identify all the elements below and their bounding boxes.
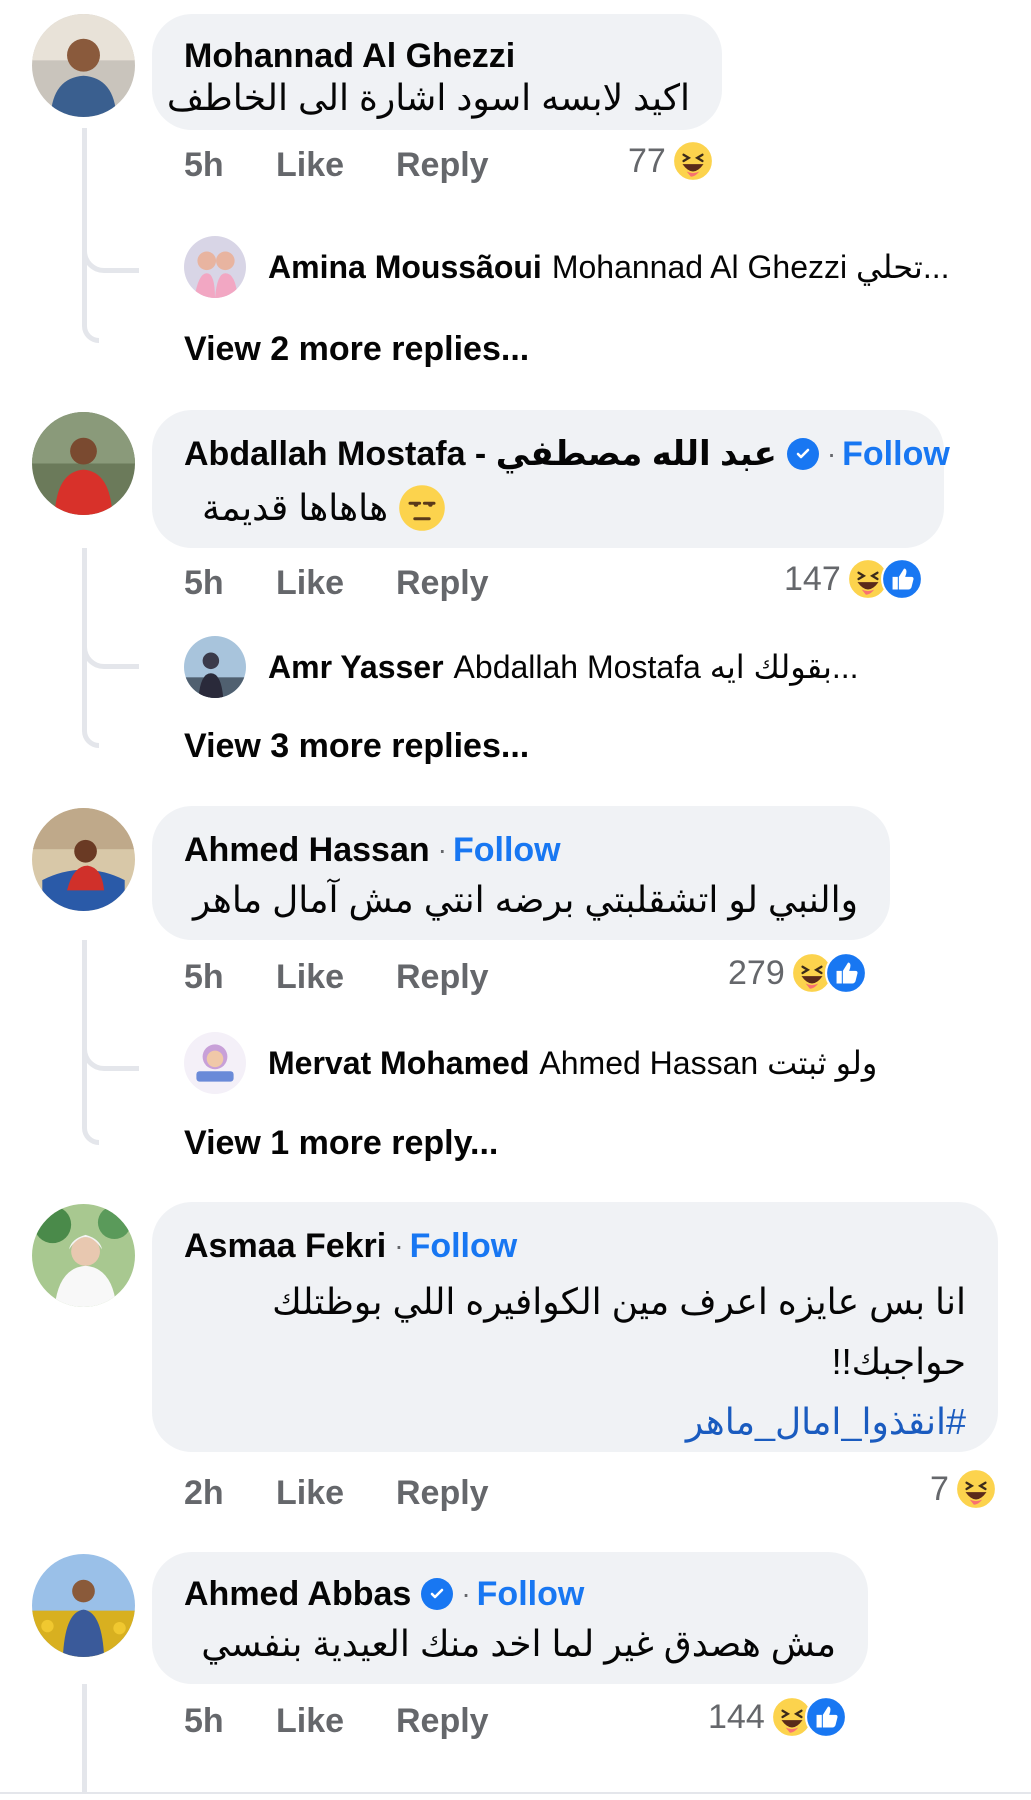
like-button[interactable]: Like [276, 564, 396, 603]
reply-author[interactable]: Amr Yasser [268, 649, 444, 686]
comment-author[interactable]: Asmaa Fekri [184, 1226, 386, 1266]
thread-branch [82, 240, 139, 273]
verified-badge-icon [786, 438, 819, 470]
comment-bubble: Mohannad Al Ghezzi اكيد لابسه اسود اشارة… [152, 14, 722, 130]
follow-button[interactable]: Follow [842, 434, 950, 474]
comment-author-row: Abdallah Mostafa - عبد الله مصطفي · Foll… [184, 434, 950, 474]
comment-bubble: Abdallah Mostafa - عبد الله مصطفي · Foll… [152, 410, 950, 548]
reply-preview[interactable]: Amr Yasser Abdallah Mostafa بقولك ايه... [184, 636, 859, 698]
reply-author[interactable]: Mervat Mohamed [268, 1045, 529, 1082]
avatar[interactable] [184, 636, 246, 698]
like-button[interactable]: Like [276, 1474, 396, 1513]
comment-author-row: Ahmed Abbas · Follow [184, 1574, 584, 1614]
reaction-count: 279 [728, 953, 785, 992]
follow-button[interactable]: Follow [410, 1226, 518, 1266]
like-icon [880, 558, 923, 600]
like-icon [804, 1696, 847, 1738]
comment-actions: 5h Like Reply [184, 958, 489, 997]
reaction-summary[interactable]: 279 [728, 952, 867, 994]
verified-badge-icon [421, 1578, 454, 1610]
reaction-count: 144 [708, 1697, 765, 1736]
reply-author[interactable]: Amina Moussãoui [268, 249, 542, 286]
reaction-summary[interactable]: 77 [628, 140, 714, 182]
comment-text-line: هاهاها قديمة [202, 487, 389, 528]
comment-author-row: Ahmed Hassan · Follow [184, 830, 561, 870]
view-more-replies-link[interactable]: View 2 more replies... [184, 330, 529, 369]
reaction-count: 147 [784, 559, 841, 598]
separator-dot: · [461, 1578, 471, 1609]
divider [0, 1792, 1031, 1794]
reply-button[interactable]: Reply [396, 958, 489, 997]
separator-dot: · [394, 1230, 404, 1261]
reply-preview[interactable]: Amina Moussãoui Mohannad Al Ghezzi تحلي.… [184, 236, 950, 298]
avatar[interactable] [184, 236, 246, 298]
avatar[interactable] [32, 1204, 135, 1307]
follow-button[interactable]: Follow [477, 1574, 585, 1614]
comment-text-line: والنبي لو اتشقلبتي برضه انتي مش آمال ماه… [193, 879, 858, 920]
comment-time[interactable]: 2h [184, 1474, 276, 1513]
avatar[interactable] [32, 1554, 135, 1657]
reply-snippet: Abdallah Mostafa بقولك ايه... [453, 649, 859, 685]
reply-button[interactable]: Reply [396, 146, 489, 185]
view-more-replies-link[interactable]: View 1 more reply... [184, 1124, 498, 1163]
follow-button[interactable]: Follow [453, 830, 561, 870]
comment-text-line: حواجبك!! [831, 1341, 966, 1382]
comment-actions: 5h Like Reply [184, 564, 489, 603]
unamused-face-icon [398, 484, 446, 532]
comment-time[interactable]: 5h [184, 1702, 276, 1741]
comment-text: مش هصدق غير لما اخد منك العيدية بنفسي [201, 1616, 836, 1672]
reply-snippet: Mohannad Al Ghezzi تحلي... [551, 249, 950, 285]
reaction-summary[interactable]: 144 [708, 1696, 847, 1738]
thread-line [82, 1684, 99, 1794]
view-more-replies-link[interactable]: View 3 more replies... [184, 727, 529, 766]
reply-button[interactable]: Reply [396, 564, 489, 603]
reaction-count: 77 [628, 141, 666, 180]
comment-author-row: Asmaa Fekri · Follow [184, 1226, 517, 1266]
comment-actions: 5h Like Reply [184, 1702, 489, 1741]
separator-dot: · [826, 438, 837, 469]
separator-dot: · [437, 834, 447, 865]
reaction-summary[interactable]: 147 [784, 558, 923, 600]
reply-preview[interactable]: Mervat Mohamed Ahmed Hassan ولو ثبتت [184, 1032, 877, 1094]
thread-branch [82, 1038, 139, 1071]
comment-text-line: مش هصدق غير لما اخد منك العيدية بنفسي [201, 1623, 836, 1664]
thread-branch [82, 636, 139, 669]
haha-icon [954, 1468, 997, 1510]
avatar[interactable] [32, 412, 135, 515]
comment-text-line: انا بس عايزه اعرف مين الكوافيره اللي بوظ… [272, 1281, 966, 1322]
like-button[interactable]: Like [276, 146, 396, 185]
like-button[interactable]: Like [276, 958, 396, 997]
comment-text: اكيد لابسه اسود اشارة الى الخاطف [167, 70, 690, 126]
reaction-count: 7 [930, 1469, 949, 1508]
haha-icon [671, 140, 714, 182]
reaction-summary[interactable]: 7 [930, 1468, 997, 1510]
comment-text: والنبي لو اتشقلبتي برضه انتي مش آمال ماه… [193, 872, 858, 928]
comment-text-line: اكيد لابسه اسود اشارة الى الخاطف [166, 77, 690, 118]
comment-time[interactable]: 5h [184, 564, 276, 603]
reply-button[interactable]: Reply [396, 1474, 489, 1513]
like-button[interactable]: Like [276, 1702, 396, 1741]
comment-text: انا بس عايزه اعرف مين الكوافيره اللي بوظ… [272, 1272, 966, 1452]
reply-button[interactable]: Reply [396, 1702, 489, 1741]
comment-time[interactable]: 5h [184, 146, 276, 185]
comment-bubble: Asmaa Fekri · Follow انا بس عايزه اعرف م… [152, 1202, 998, 1452]
comment-actions: 5h Like Reply [184, 146, 489, 185]
avatar[interactable] [184, 1032, 246, 1094]
comment-author[interactable]: Abdallah Mostafa - عبد الله مصطفي [184, 434, 777, 474]
comment-bubble: Ahmed Hassan · Follow والنبي لو اتشقلبتي… [152, 806, 890, 940]
comment-author[interactable]: Ahmed Abbas [184, 1574, 411, 1614]
reply-snippet: Ahmed Hassan ولو ثبتت [539, 1045, 878, 1081]
comment-bubble: Ahmed Abbas · Follow مش هصدق غير لما اخد… [152, 1552, 868, 1684]
comment-time[interactable]: 5h [184, 958, 276, 997]
avatar[interactable] [32, 808, 135, 911]
avatar[interactable] [32, 14, 135, 117]
hashtag-link[interactable]: #انقذوا_امال_ماهر [272, 1392, 966, 1452]
comment-text: هاهاها قديمة [190, 480, 446, 536]
like-icon [824, 952, 867, 994]
thread-line [82, 128, 99, 343]
comment-actions: 2h Like Reply [184, 1474, 489, 1513]
comment-author[interactable]: Ahmed Hassan [184, 830, 430, 870]
